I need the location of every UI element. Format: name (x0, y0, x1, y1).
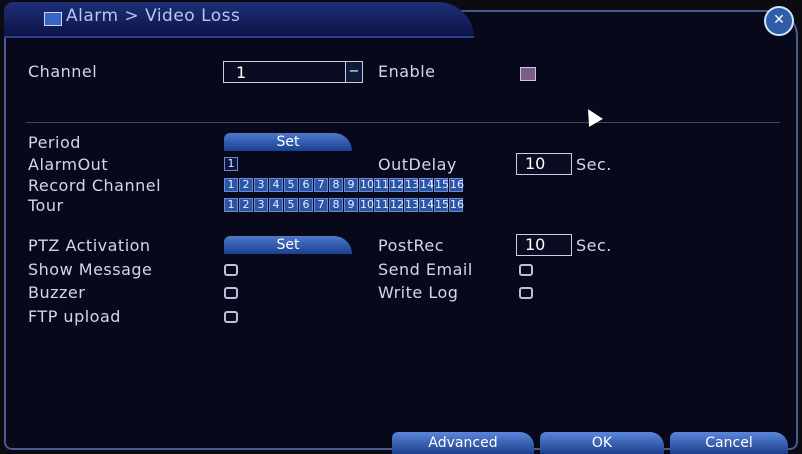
record-channel-cell[interactable]: 11 (374, 178, 389, 192)
alarm-window: Alarm > Video Loss ✕ Channel 1 − Enable … (4, 2, 798, 454)
buzzer-checkbox[interactable] (224, 287, 238, 299)
channel-label: Channel (28, 62, 98, 81)
record-channel-cell[interactable]: 2 (239, 178, 253, 192)
tour-cell[interactable]: 4 (269, 198, 283, 212)
tour-cell[interactable]: 13 (404, 198, 419, 212)
enable-label: Enable (378, 62, 436, 81)
tour-cell[interactable]: 10 (359, 198, 374, 212)
record-channel-cell[interactable]: 3 (254, 178, 268, 192)
section-divider (26, 122, 780, 123)
close-icon[interactable]: ✕ (764, 6, 794, 36)
ftp-upload-checkbox[interactable] (224, 311, 238, 323)
channel-dropdown[interactable]: 1 − (223, 61, 363, 83)
ok-button[interactable]: OK (540, 432, 664, 454)
mouse-pointer-icon (581, 105, 603, 127)
ptz-activation-label: PTZ Activation (28, 236, 151, 255)
tour-cell[interactable]: 8 (329, 198, 343, 212)
chevron-down-icon[interactable]: − (345, 62, 362, 82)
tour-cell[interactable]: 15 (434, 198, 449, 212)
alarmout-label: AlarmOut (28, 155, 109, 174)
write-log-checkbox[interactable] (519, 287, 533, 299)
record-channel-cell[interactable]: 10 (359, 178, 374, 192)
record-channel-cell[interactable]: 14 (419, 178, 434, 192)
postrec-label: PostRec (378, 236, 445, 255)
record-channel-cell[interactable]: 8 (329, 178, 343, 192)
title-bar: Alarm > Video Loss (4, 2, 474, 38)
outdelay-unit: Sec. (576, 155, 612, 174)
record-channel-cell[interactable]: 15 (434, 178, 449, 192)
ptz-set-button[interactable]: Set (224, 236, 352, 254)
record-channel-cell[interactable]: 9 (344, 178, 358, 192)
advanced-button[interactable]: Advanced (392, 432, 534, 454)
tour-cell[interactable]: 11 (374, 198, 389, 212)
postrec-input[interactable]: 10 (516, 234, 572, 256)
tour-cell[interactable]: 9 (344, 198, 358, 212)
period-set-button[interactable]: Set (224, 133, 352, 151)
record-channel-cell[interactable]: 5 (284, 178, 298, 192)
record-channel-cell[interactable]: 1 (224, 178, 238, 192)
record-channel-cell[interactable]: 7 (314, 178, 328, 192)
record-channel-label: Record Channel (28, 176, 162, 195)
period-label: Period (28, 133, 81, 152)
record-channel-cell[interactable]: 6 (299, 178, 313, 192)
tour-cell[interactable]: 12 (389, 198, 404, 212)
record-channel-cell[interactable]: 12 (389, 178, 404, 192)
send-email-label: Send Email (378, 260, 473, 279)
record-channel-grid: 1 2 3 4 5 6 7 8 9 10 11 12 13 14 15 16 (224, 178, 464, 192)
tour-cell[interactable]: 3 (254, 198, 268, 212)
tour-cell[interactable]: 5 (284, 198, 298, 212)
record-channel-cell[interactable]: 16 (449, 178, 464, 192)
alarmout-checkbox-1[interactable]: 1 (224, 157, 238, 171)
outdelay-input[interactable]: 10 (516, 153, 572, 175)
tour-cell[interactable]: 6 (299, 198, 313, 212)
record-channel-cell[interactable]: 13 (404, 178, 419, 192)
postrec-unit: Sec. (576, 236, 612, 255)
outdelay-label: OutDelay (378, 155, 457, 174)
tour-label: Tour (28, 196, 64, 215)
ftp-upload-label: FTP upload (28, 307, 121, 326)
enable-checkbox[interactable] (520, 67, 536, 81)
channel-value: 1 (236, 63, 247, 82)
send-email-checkbox[interactable] (519, 264, 533, 276)
window-title: Alarm > Video Loss (66, 6, 241, 26)
show-message-checkbox[interactable] (224, 264, 238, 276)
tour-cell[interactable]: 16 (449, 198, 464, 212)
tour-cell[interactable]: 1 (224, 198, 238, 212)
cancel-button[interactable]: Cancel (670, 432, 788, 454)
tour-grid: 1 2 3 4 5 6 7 8 9 10 11 12 13 14 15 16 (224, 198, 464, 212)
tour-cell[interactable]: 7 (314, 198, 328, 212)
show-message-label: Show Message (28, 260, 153, 279)
write-log-label: Write Log (378, 283, 459, 302)
window-icon (44, 12, 62, 26)
buzzer-label: Buzzer (28, 283, 86, 302)
tour-cell[interactable]: 14 (419, 198, 434, 212)
tour-cell[interactable]: 2 (239, 198, 253, 212)
record-channel-cell[interactable]: 4 (269, 178, 283, 192)
